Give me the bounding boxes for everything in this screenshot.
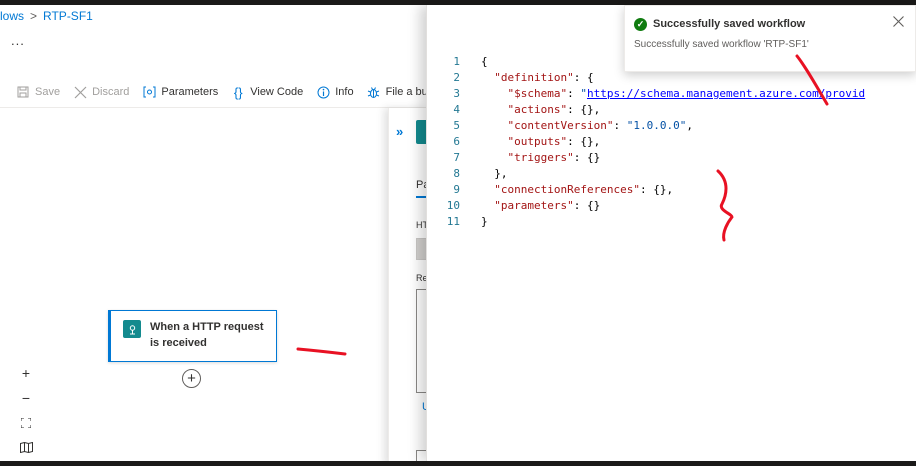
schema-url-link[interactable]: https://schema.management.azure.com/prov… — [587, 87, 865, 100]
line-number: 6 — [453, 135, 460, 148]
close-icon — [73, 85, 87, 99]
view-code-button[interactable]: {} View Code — [231, 84, 304, 100]
line-number: 8 — [453, 167, 460, 180]
http-trigger-card[interactable]: When a HTTP request is received — [108, 310, 277, 362]
code-line: 2 "definition": { — [427, 70, 916, 86]
logic-app-designer: lows > RTP-SF1 ... Save Discard Paramete… — [0, 0, 916, 466]
bug-icon — [367, 85, 381, 99]
line-number: 3 — [453, 87, 460, 100]
discard-button[interactable]: Discard — [73, 85, 129, 99]
minimap-button[interactable] — [14, 435, 38, 460]
line-number: 4 — [453, 103, 460, 116]
designer-toolbar: Save Discard Parameters {} View Code Inf… — [16, 84, 447, 100]
breadcrumb-separator: > — [30, 9, 38, 23]
http-request-icon — [123, 320, 141, 338]
success-toast: ✓ Successfully saved workflow Successful… — [624, 5, 916, 72]
code-line: 7 "triggers": {} — [427, 150, 916, 166]
info-label: Info — [335, 86, 354, 98]
bottom-bar — [0, 461, 916, 466]
line-number: 5 — [453, 119, 460, 132]
line-number: 2 — [453, 71, 460, 84]
line-number: 1 — [453, 55, 460, 68]
save-icon — [16, 85, 30, 99]
add-step-button[interactable]: + — [182, 369, 201, 388]
code-line: 3 "$schema": "https://schema.management.… — [427, 86, 916, 102]
code-line: 6 "outputs": {}, — [427, 134, 916, 150]
braces-icon: {} — [233, 84, 243, 100]
zoom-in-button[interactable]: + — [14, 360, 38, 385]
trigger-title: When a HTTP request is received — [150, 321, 264, 349]
code-editor[interactable]: 1{ 2 "definition": { 3 "$schema": "https… — [427, 54, 916, 230]
info-button[interactable]: Info — [316, 85, 354, 99]
code-line: 8 }, — [427, 166, 916, 182]
line-number: 9 — [453, 183, 460, 196]
info-icon — [316, 85, 330, 99]
map-icon — [19, 442, 33, 453]
zoom-out-button[interactable]: − — [14, 385, 38, 410]
breadcrumb-parent-link[interactable]: lows — [0, 9, 24, 23]
code-line: 9 "connectionReferences": {}, — [427, 182, 916, 198]
line-number: 10 — [446, 199, 460, 212]
toast-close-button[interactable] — [893, 14, 904, 31]
discard-label: Discard — [92, 86, 130, 98]
breadcrumb: lows > RTP-SF1 — [0, 9, 93, 23]
fit-view-icon — [21, 417, 31, 428]
code-line: 11} — [427, 214, 916, 230]
parameters-button[interactable]: Parameters — [142, 85, 218, 99]
collapse-panel-button[interactable]: » — [396, 124, 403, 139]
close-icon — [893, 16, 904, 27]
file-bug-button[interactable]: File a bug — [367, 85, 434, 99]
parameters-icon — [142, 85, 156, 99]
parameters-label: Parameters — [161, 86, 219, 98]
code-view-panel[interactable]: 1{ 2 "definition": { 3 "$schema": "https… — [426, 5, 916, 461]
line-number: 11 — [446, 215, 460, 228]
code-line: 4 "actions": {}, — [427, 102, 916, 118]
code-line: 10 "parameters": {} — [427, 198, 916, 214]
line-number: 7 — [453, 151, 460, 164]
content-version-value: 1.0.0.0 — [633, 119, 680, 132]
toast-message: Successfully saved workflow 'RTP-SF1' — [634, 39, 809, 50]
action-settings-panel: » Pa HT Re U — [388, 108, 430, 466]
breadcrumb-current-link[interactable]: RTP-SF1 — [43, 9, 93, 23]
save-label: Save — [35, 86, 61, 98]
save-button[interactable]: Save — [16, 85, 60, 99]
toast-title: Successfully saved workflow — [653, 18, 806, 30]
success-check-icon: ✓ — [634, 18, 647, 31]
designer-canvas[interactable] — [0, 108, 390, 466]
view-code-label: View Code — [250, 86, 304, 98]
code-line: 5 "contentVersion": "1.0.0.0", — [427, 118, 916, 134]
zoom-controls: + − — [14, 360, 38, 460]
more-options-button[interactable]: ... — [11, 33, 25, 48]
fit-view-button[interactable] — [14, 410, 38, 435]
